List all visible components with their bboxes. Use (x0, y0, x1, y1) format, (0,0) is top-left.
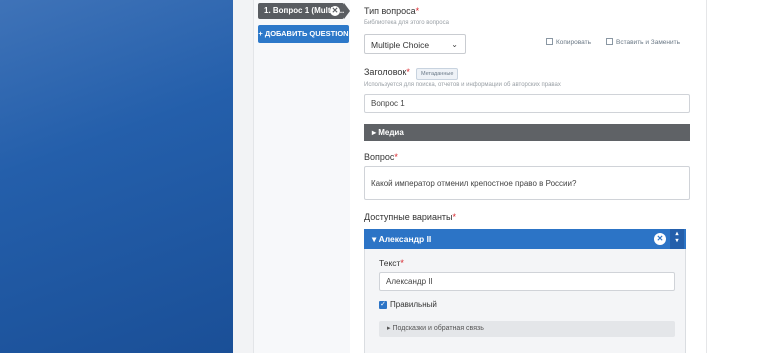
question-type-value: Multiple Choice (371, 40, 430, 50)
left-gutter (233, 0, 253, 353)
question-type-select[interactable]: Multiple Choice ⌄ (364, 34, 466, 54)
copy-icon (546, 38, 553, 45)
paste-icon (606, 38, 613, 45)
title-input[interactable]: Вопрос 1 (364, 94, 690, 113)
correct-label: Правильный (390, 300, 437, 309)
chevron-down-icon: ⌄ (451, 40, 458, 49)
question-list-column: 1. Вопрос 1 (Multip... ✕ + ДОБАВИТЬ QUES… (253, 0, 352, 353)
title-label: Заголовок* (364, 67, 410, 77)
question-type-label: Тип вопроса* (364, 6, 420, 16)
reorder-handle-icon[interactable]: ▴ ▾ (670, 229, 684, 249)
question-text-input[interactable]: Какой император отменил крепостное право… (364, 166, 690, 200)
option-title: ▾ Александр II (372, 234, 432, 244)
remove-option-icon[interactable]: ✕ (654, 233, 666, 245)
required-mark: * (415, 6, 420, 16)
right-divider (706, 0, 707, 353)
question-tab-1[interactable]: 1. Вопрос 1 (Multip... ✕ (258, 3, 344, 19)
options-label: Доступные варианты* (364, 212, 457, 222)
required-mark: * (452, 212, 457, 222)
option-header[interactable]: ▾ Александр II ✕ ▴ ▾ (364, 229, 686, 249)
close-icon[interactable]: ✕ (330, 6, 340, 16)
paste-replace-button[interactable]: Вставить и Заменить (606, 38, 680, 46)
media-section-toggle[interactable]: ▸ Медиа (364, 124, 690, 141)
question-editor: Тип вопроса* Библиотека для этого вопрос… (350, 0, 690, 353)
question-type-hint: Библиотека для этого вопроса (364, 20, 449, 26)
title-hint: Используется для поиска, отчетов и инфор… (364, 82, 561, 88)
required-mark: * (406, 67, 410, 77)
add-question-button[interactable]: + ДОБАВИТЬ QUESTION (258, 25, 349, 43)
option-body: Текст* Александр II ✓ Правильный ▸ Подск… (364, 249, 686, 353)
option-text-input[interactable]: Александр II (379, 272, 675, 291)
correct-checkbox[interactable]: ✓ (379, 301, 387, 309)
required-mark: * (400, 258, 404, 268)
hints-feedback-toggle[interactable]: ▸ Подсказки и обратная связь (379, 321, 675, 337)
copy-button[interactable]: Копировать (546, 38, 591, 46)
required-mark: * (394, 152, 398, 162)
left-background-panel (0, 0, 233, 353)
option-text-label: Текст* (379, 258, 404, 268)
metadata-badge[interactable]: Метаданные (416, 68, 459, 80)
question-label: Вопрос* (364, 152, 398, 162)
